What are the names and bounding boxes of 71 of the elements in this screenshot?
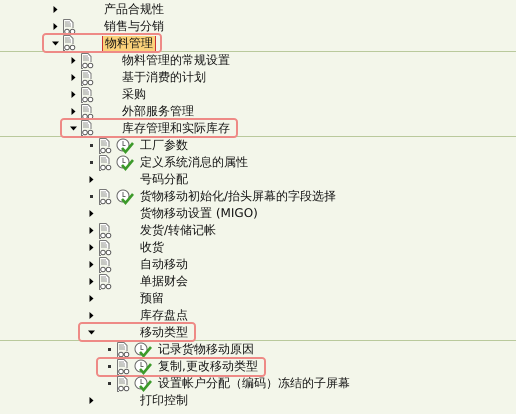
expand-arrow-icon[interactable] [52, 6, 58, 13]
tree-item-label[interactable]: 自动移动 [138, 257, 190, 272]
clock-check-icon[interactable] [116, 138, 134, 154]
tree-item-label[interactable]: 设置帐户分配（编码）冻结的子屏幕 [156, 376, 352, 391]
document-glasses-icon[interactable] [98, 138, 112, 154]
bullet-icon [90, 144, 92, 147]
tree-item-label[interactable]: 号码分配 [138, 172, 190, 187]
tree-item-label[interactable]: 复制,更改移动类型 [156, 359, 260, 374]
bullet-icon [108, 348, 110, 351]
tree-item-label[interactable]: 产品合规性 [102, 2, 166, 17]
expand-arrow-icon[interactable] [88, 176, 94, 183]
clock-check-icon[interactable] [134, 358, 152, 374]
document-glasses-icon[interactable] [98, 188, 112, 204]
clock-check-icon[interactable] [116, 188, 134, 204]
expand-arrow-icon[interactable] [88, 328, 94, 336]
tree-item-label[interactable]: 货物移动设置 (MIGO) [138, 206, 260, 221]
expand-arrow-icon[interactable] [88, 261, 94, 268]
document-glasses-icon[interactable] [80, 86, 94, 102]
document-glasses-icon[interactable] [80, 120, 94, 136]
document-glasses-icon[interactable] [80, 52, 94, 68]
expand-arrow-icon[interactable] [70, 74, 76, 81]
tree-item-label[interactable]: 基于消费的计划 [120, 70, 208, 85]
expand-arrow-icon[interactable] [88, 278, 94, 285]
document-glasses-icon[interactable] [116, 376, 130, 392]
expand-arrow-icon[interactable] [70, 124, 76, 132]
expand-arrow-icon[interactable] [88, 295, 94, 302]
expand-arrow-icon[interactable] [88, 312, 94, 319]
expand-arrow-icon[interactable] [52, 40, 58, 46]
tree-item-label[interactable]: 打印控制 [138, 393, 190, 408]
bullet-icon [90, 195, 92, 198]
expand-arrow-icon[interactable] [70, 57, 76, 64]
expand-arrow-icon[interactable] [70, 108, 76, 115]
tree-item-label[interactable]: 发货/转储记帐 [138, 223, 218, 238]
tree-item-label[interactable]: 库存盘点 [138, 308, 190, 323]
tree-item-label[interactable]: 物料管理的常规设置 [120, 53, 232, 68]
clock-check-icon[interactable] [134, 376, 152, 392]
tree-item-label[interactable]: 货物移动初始化/抬头屏幕的字段选择 [138, 189, 338, 204]
expand-arrow-icon[interactable] [88, 397, 94, 404]
tree-item-label[interactable]: 移动类型 [138, 324, 190, 340]
expand-arrow-icon[interactable] [52, 23, 58, 30]
expand-arrow-icon[interactable] [88, 244, 94, 251]
bullet-icon [90, 161, 92, 164]
document-glasses-icon[interactable] [98, 222, 112, 238]
document-glasses-icon[interactable] [98, 256, 112, 272]
tree-item-label[interactable]: 物料管理 [102, 36, 156, 50]
tree-item-label[interactable]: 定义系统消息的属性 [138, 155, 250, 170]
tree-item-label[interactable]: 销售与分销 [102, 19, 166, 34]
clock-check-icon[interactable] [116, 154, 134, 170]
tree-item-label[interactable]: 预留 [138, 291, 166, 306]
expand-arrow-icon[interactable] [88, 210, 94, 217]
tree-item-label[interactable]: 库存管理和实际库存 [120, 120, 232, 136]
tree-item-label[interactable]: 收货 [138, 240, 166, 255]
expand-arrow-icon[interactable] [88, 227, 94, 234]
document-glasses-icon[interactable] [98, 154, 112, 170]
document-glasses-icon[interactable] [62, 18, 76, 34]
tree-item-label[interactable]: 记录货物移动原因 [156, 342, 256, 357]
tree-item-label[interactable]: 单据财会 [138, 274, 190, 289]
bullet-icon [108, 365, 110, 368]
tree-item-label[interactable]: 工厂参数 [138, 138, 190, 153]
clock-check-icon[interactable] [134, 342, 152, 358]
document-glasses-icon[interactable] [62, 35, 76, 51]
tree-item-label[interactable]: 采购 [120, 87, 148, 102]
document-glasses-icon[interactable] [80, 104, 94, 120]
document-glasses-icon[interactable] [116, 342, 130, 358]
bullet-icon [108, 382, 110, 385]
document-glasses-icon[interactable] [116, 358, 130, 374]
expand-arrow-icon[interactable] [70, 91, 76, 98]
document-glasses-icon[interactable] [80, 70, 94, 86]
document-glasses-icon[interactable] [98, 274, 112, 290]
tree-item-label[interactable]: 外部服务管理 [120, 104, 196, 119]
document-glasses-icon[interactable] [98, 240, 112, 256]
